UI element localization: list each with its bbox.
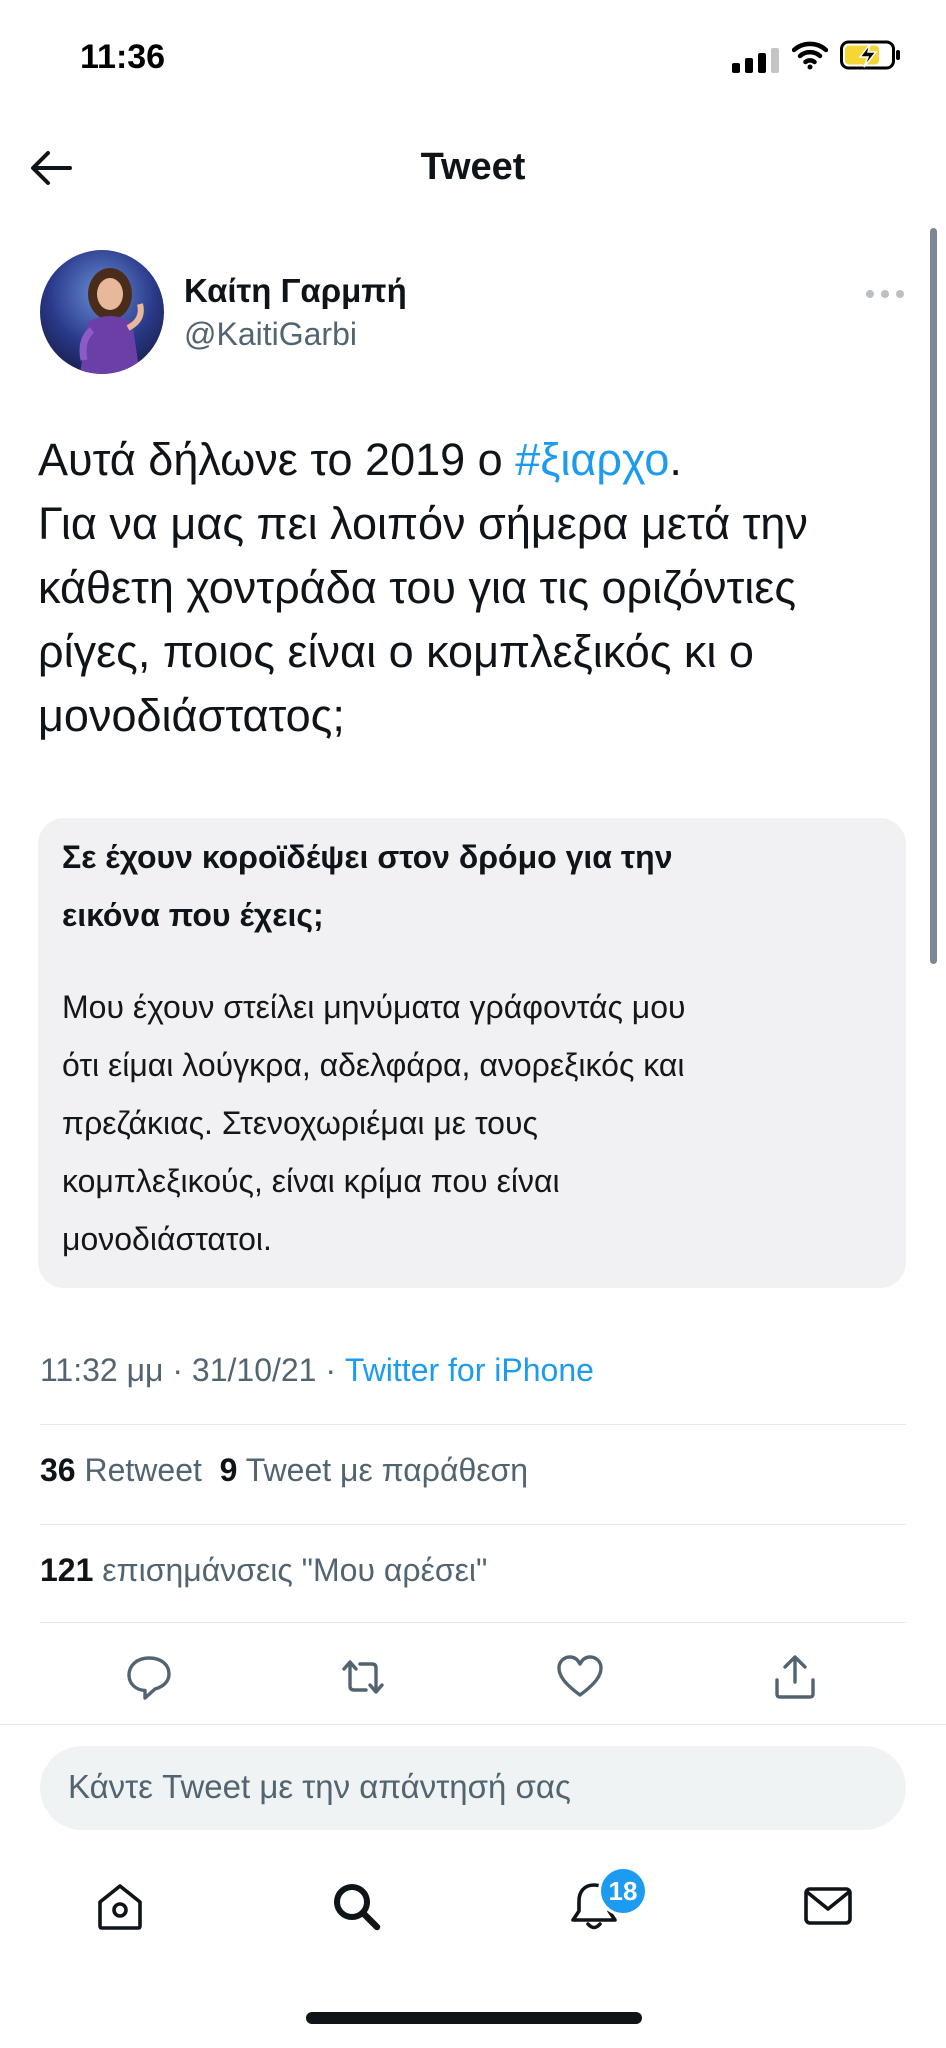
battery-icon [840,40,900,70]
scrollbar[interactable] [930,228,937,964]
quote-heading-line: Σε έχουν κοροϊδέψει στον δρόμο για την [62,839,673,875]
messages-icon[interactable] [800,1878,856,1934]
quote-tweet-label: Tweet με παράθεση [237,1452,529,1488]
reply-icon[interactable] [124,1652,174,1702]
quote-tweet-count: 9 [219,1452,238,1488]
divider [40,1424,906,1425]
retweet-icon[interactable] [338,1652,388,1702]
quote-heading: Σε έχουν κοροϊδέψει στον δρόμο για την ε… [62,828,882,944]
meta-separator: · [316,1352,345,1388]
cellular-signal-icon [732,48,779,73]
share-icon[interactable] [770,1652,820,1702]
tweet-text: Αυτά δήλωνε το 2019 ο #ξιαρχο. Για να μα… [38,428,918,748]
page-title: Tweet [420,146,526,188]
likes-stats[interactable]: 121 επισημάνσεις "Μου αρέσει" [40,1552,487,1589]
tweet-time: 11:32 μμ [40,1352,164,1388]
tweet-meta: 11:32 μμ · 31/10/21 · Twitter for iPhone [40,1352,594,1389]
tweet-text-punct: . [669,434,682,485]
tweet-text-line: Για να μας πει λοιπόν σήμερα μετά την [38,498,808,549]
home-icon[interactable] [92,1878,148,1934]
author-name[interactable]: Καίτη Γαρμπή [184,272,407,310]
hashtag-link[interactable]: #ξιαρχο [515,434,669,485]
more-options-icon[interactable] [866,290,904,298]
tweet-date: 31/10/21 [191,1352,317,1388]
tweet-source-link[interactable]: Twitter for iPhone [345,1352,594,1388]
tweet-text-line: κάθετη χοντράδα του για τις οριζόντιες [38,562,797,613]
retweet-count: 36 [40,1452,76,1488]
home-indicator [306,2012,642,2024]
reply-placeholder: Κάντε Tweet με την απάντησή σας [68,1768,571,1805]
divider [40,1622,906,1623]
likes-label: επισημάνσεις "Μου αρέσει" [93,1552,488,1588]
wifi-icon [792,41,828,70]
retweet-label: Retweet [75,1452,220,1488]
tweet-text-line: Αυτά δήλωνε το 2019 ο [38,434,516,485]
notification-badge: 18 [598,1866,648,1916]
quote-body-line: Μου έχουν στείλει μηνύματα γράφοντάς μου [62,989,686,1025]
quote-body-line: μονοδιάστατοι. [62,1221,272,1257]
quote-body-line: κομπλεξικούς, είναι κρίμα που είναι [62,1163,560,1199]
meta-separator: · [163,1352,192,1388]
divider [40,1524,906,1525]
quote-body: Μου έχουν στείλει μηνύματα γράφοντάς μου… [62,978,892,1268]
likes-count: 121 [40,1552,94,1588]
search-icon[interactable] [328,1878,384,1934]
retweet-stats[interactable]: 36 Retweet 9 Tweet με παράθεση [40,1452,528,1489]
avatar[interactable] [40,250,164,374]
quote-heading-line: εικόνα που έχεις; [62,897,324,933]
quote-body-line: πρεζάκιας. Στενοχωριέμαι με τους [62,1105,538,1141]
status-time: 11:36 [80,38,166,76]
tweet-text-line: ρίγες, ποιος είναι ο κομπλεξικός κι ο [38,626,754,677]
like-icon[interactable] [555,1652,605,1702]
divider [0,1724,946,1725]
quote-body-line: ότι είμαι λούγκρα, αδελφάρα, ανορεξικός … [62,1047,685,1083]
author-handle[interactable]: @KaitiGarbi [184,316,357,353]
tweet-text-line: μονοδιάστατος; [38,690,345,741]
